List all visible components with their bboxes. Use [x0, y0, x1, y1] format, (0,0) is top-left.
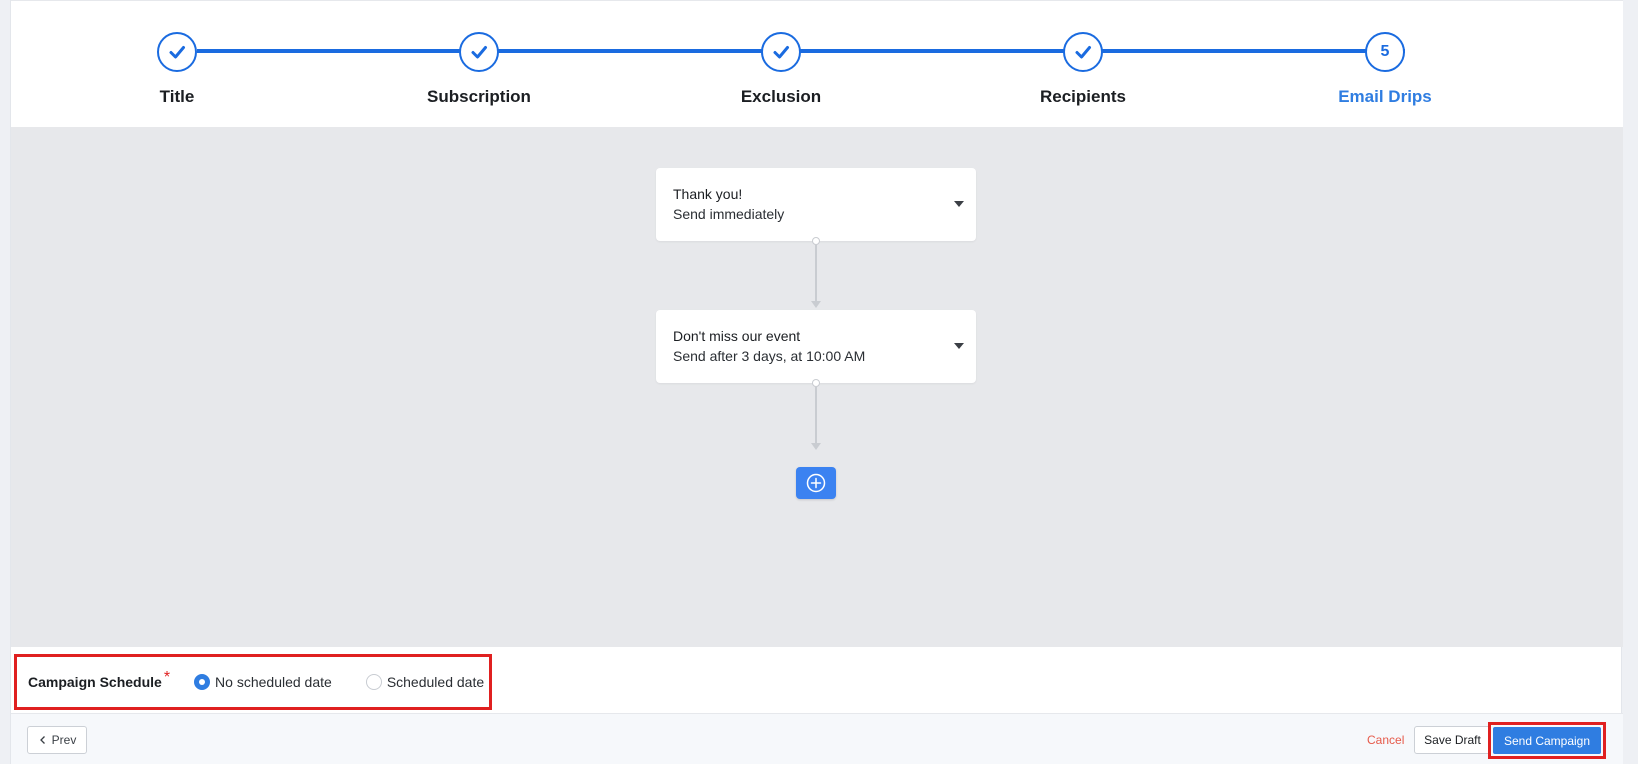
connector-arrow-icon: [811, 301, 821, 308]
step-title[interactable]: Title: [57, 32, 297, 107]
drip-card[interactable]: Thank you! Send immediately: [656, 168, 976, 241]
step-subscription[interactable]: Subscription: [359, 32, 599, 107]
step-exclusion[interactable]: Exclusion: [661, 32, 901, 107]
drip-canvas: Thank you! Send immediately Don't miss o…: [11, 127, 1623, 647]
radio-label: No scheduled date: [215, 674, 332, 690]
prev-label: Prev: [51, 733, 77, 747]
drip-title: Don't miss our event: [673, 328, 801, 344]
drip-title: Thank you!: [673, 186, 743, 202]
cancel-link[interactable]: Cancel: [1367, 733, 1404, 747]
step-label: Subscription: [427, 87, 531, 106]
step-recipients[interactable]: Recipients: [963, 32, 1203, 107]
connector-arrow-icon: [811, 443, 821, 450]
drip-card[interactable]: Don't miss our event Send after 3 days, …: [656, 310, 976, 383]
caret-down-icon[interactable]: [954, 343, 964, 349]
radio-button-checked[interactable]: [194, 674, 211, 690]
wizard-stepper: Title Subscription Exclusion Recipients …: [11, 0, 1623, 127]
send-campaign-button[interactable]: Send Campaign: [1493, 727, 1601, 754]
drip-timing: Send immediately: [673, 206, 785, 222]
plus-circle-icon: [806, 473, 826, 493]
add-drip-button[interactable]: [796, 467, 836, 499]
check-icon: [157, 32, 197, 72]
connector-line: [815, 245, 817, 301]
step-label: Exclusion: [740, 87, 822, 106]
connector-dot: [812, 237, 820, 245]
step-label: Email Drips: [1338, 87, 1432, 106]
radio-button[interactable]: [365, 674, 382, 690]
connector-dot: [812, 379, 820, 387]
prev-button[interactable]: Prev: [27, 726, 87, 754]
check-icon: [761, 32, 801, 72]
step-label: Title: [159, 87, 195, 106]
radio-label: Scheduled date: [386, 674, 485, 690]
step-email-drips[interactable]: 5 Email Drips: [1265, 32, 1505, 107]
drip-timing: Send after 3 days, at 10:00 AM: [673, 348, 866, 364]
send-campaign-highlight: Send Campaign: [1488, 722, 1606, 759]
step-number: 5: [1365, 32, 1405, 72]
chevron-left-icon: [39, 736, 45, 744]
campaign-wizard: Title Subscription Exclusion Recipients …: [10, 0, 1623, 764]
required-asterisk: *: [163, 669, 171, 686]
step-label: Recipients: [1040, 87, 1126, 106]
campaign-schedule: Campaign Schedule * No scheduled date Sc…: [14, 654, 492, 710]
caret-down-icon[interactable]: [954, 201, 964, 207]
radio-scheduled-date[interactable]: Scheduled date: [365, 674, 485, 690]
wizard-footer: Prev Cancel Save Draft Send Campaign: [11, 713, 1623, 764]
check-icon: [1063, 32, 1103, 72]
save-draft-button[interactable]: Save Draft: [1414, 726, 1491, 754]
schedule-label: Campaign Schedule: [28, 674, 162, 690]
check-icon: [459, 32, 499, 72]
radio-no-scheduled-date[interactable]: No scheduled date: [194, 674, 332, 690]
connector-line: [815, 387, 817, 443]
